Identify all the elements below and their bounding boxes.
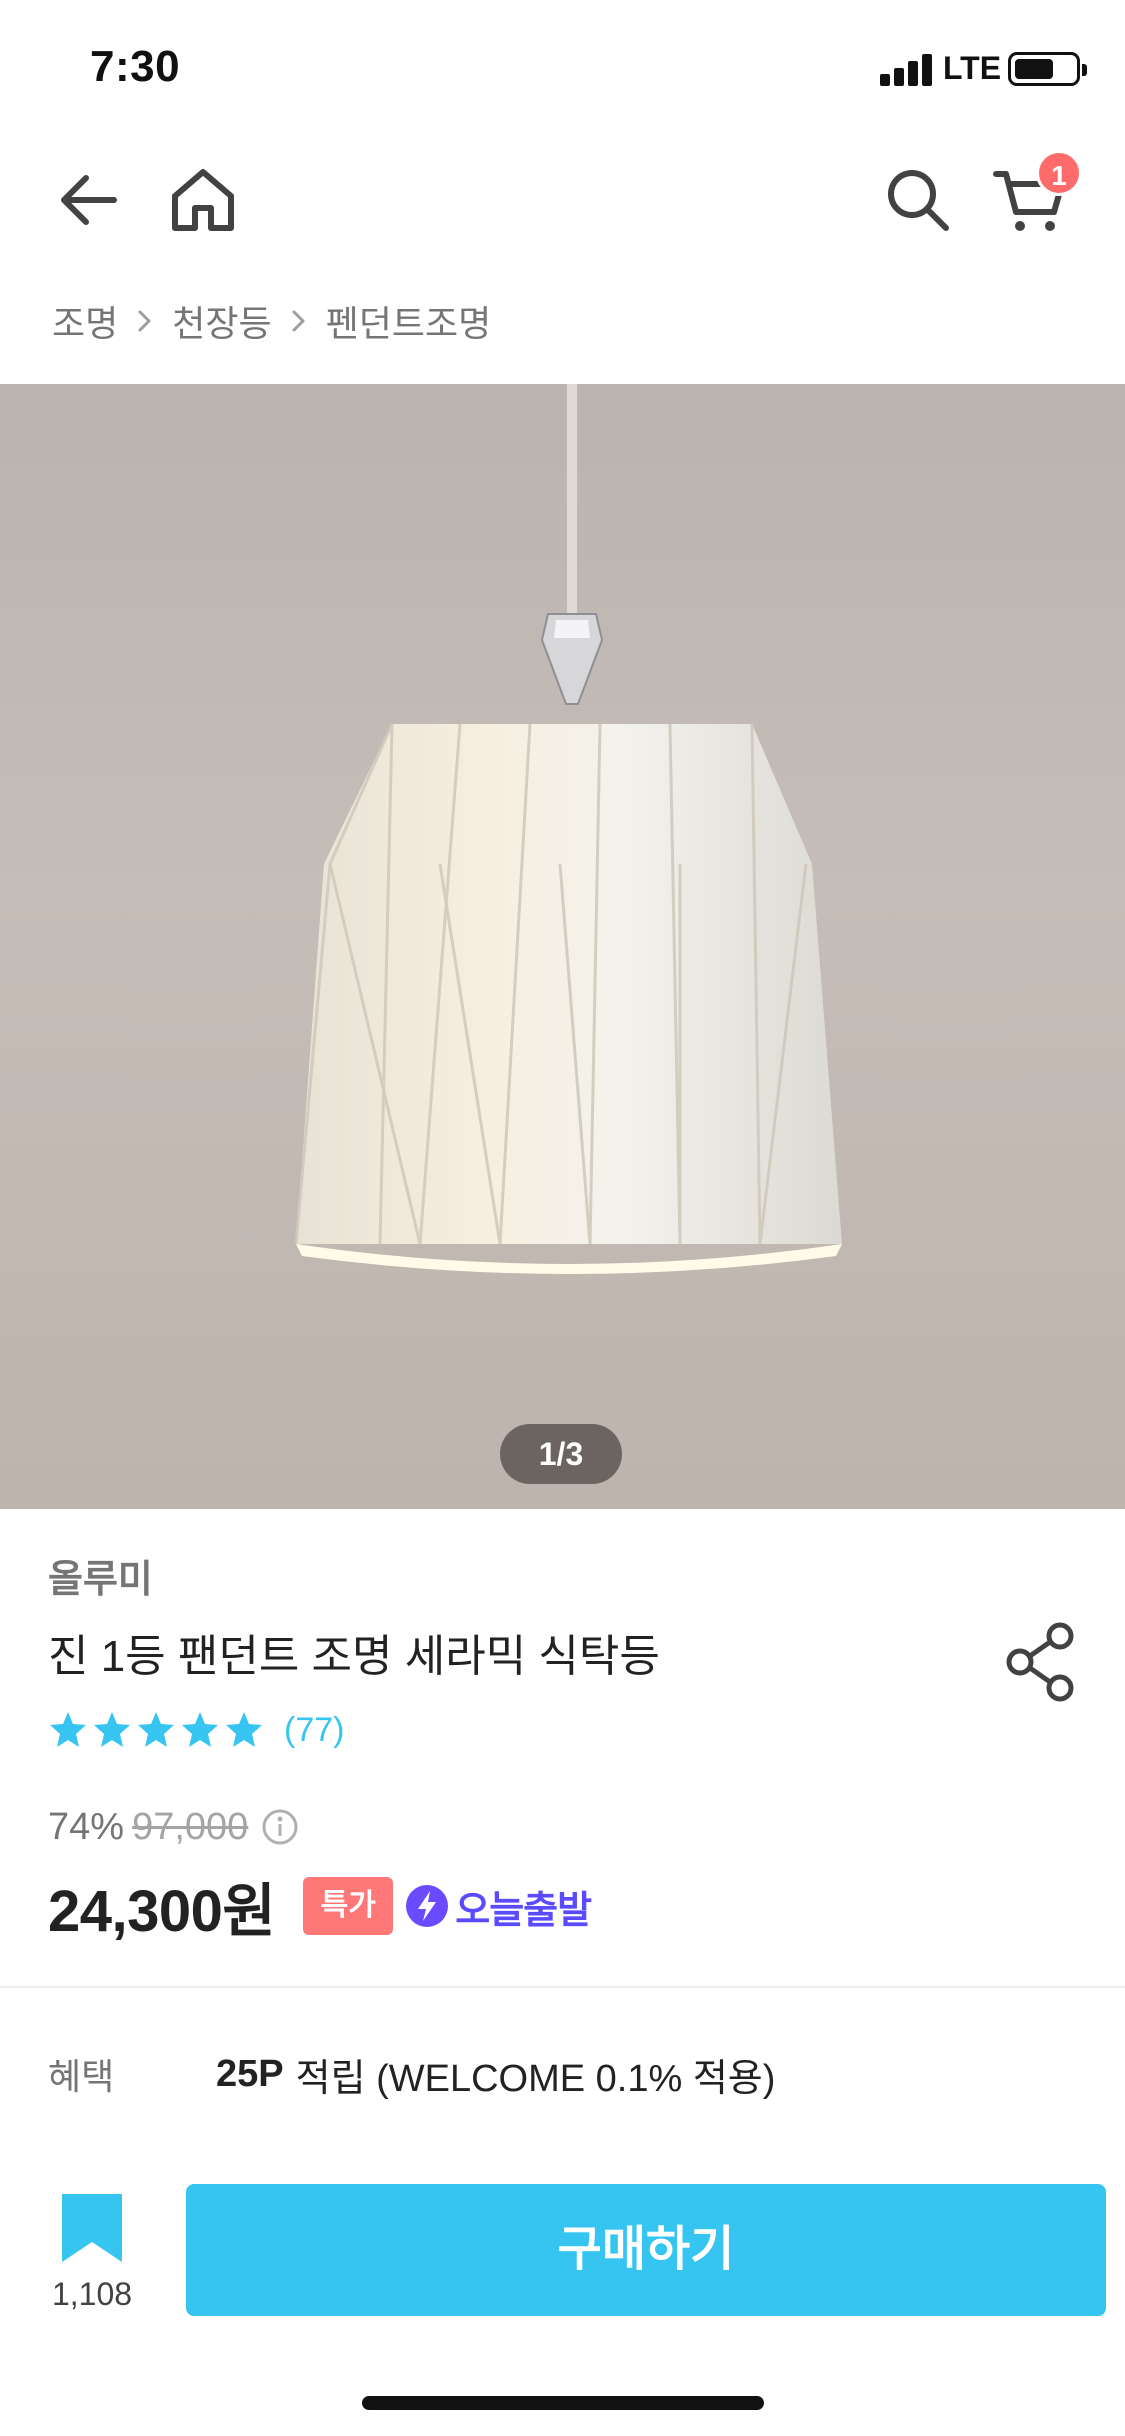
review-count[interactable]: (77) xyxy=(284,1711,344,1750)
chevron-right-icon xyxy=(138,310,151,332)
pendant-lamp-illustration xyxy=(294,384,842,1274)
sale-price: 24,300원 xyxy=(48,1879,276,1944)
breadcrumb-item-ceiling[interactable]: 천장등 xyxy=(172,295,271,347)
breadcrumb: 조명 천장등 펜던트조명 xyxy=(52,296,491,346)
discount-rate: 74% xyxy=(48,1805,125,1848)
buy-button[interactable]: 구매하기 xyxy=(186,2184,1106,2316)
star-icon xyxy=(138,1712,174,1747)
network-type: LTE xyxy=(943,50,1002,86)
status-time: 7:30 xyxy=(90,42,181,91)
star-icon xyxy=(182,1712,218,1747)
battery-icon xyxy=(1008,52,1087,86)
product-image[interactable]: 1/3 xyxy=(0,384,1125,1509)
home-icon[interactable] xyxy=(165,162,241,238)
today-shipping-badge: 오늘출발 xyxy=(405,1879,592,1934)
benefit-label: 혜택 xyxy=(48,2056,115,2097)
share-icon[interactable] xyxy=(1004,1622,1078,1702)
bookmark-button[interactable]: 1,108 xyxy=(40,2186,144,2312)
discount-row: 74% 97,000 xyxy=(48,1802,300,1852)
signal-icon xyxy=(880,54,934,86)
lightning-bolt-icon xyxy=(406,1885,449,1927)
benefit-points: 25P xyxy=(216,2052,284,2095)
home-indicator xyxy=(362,2396,764,2410)
breadcrumb-item-lighting[interactable]: 조명 xyxy=(52,295,118,347)
image-counter: 1/3 xyxy=(500,1424,622,1484)
today-shipping-label: 오늘출발 xyxy=(455,1889,592,1932)
bookmark-icon xyxy=(62,2194,122,2262)
breadcrumb-item-pendant[interactable]: 펜던트조명 xyxy=(326,295,492,347)
price-row: 24,300원 특가 오늘출발 xyxy=(48,1866,592,1946)
chevron-right-icon xyxy=(292,310,305,332)
special-deal-badge: 특가 xyxy=(303,1877,394,1935)
star-icon xyxy=(226,1712,262,1747)
bookmark-count: 1,108 xyxy=(51,2276,133,2312)
product-title: 진 1등 팬던트 조명 세라믹 식탁등 xyxy=(48,1632,660,1681)
section-divider xyxy=(0,1986,1125,1988)
status-bar: 7:30 LTE xyxy=(0,0,1125,132)
cart-count-badge: 1 xyxy=(1036,150,1082,196)
benefit-text: 적립 (WELCOME 0.1% 적용) xyxy=(295,2057,776,2100)
back-icon[interactable] xyxy=(52,160,132,240)
top-nav-bar xyxy=(0,132,1125,262)
benefit-row: 혜택 25P 적립 (WELCOME 0.1% 적용) xyxy=(48,2046,775,2102)
brand-name[interactable]: 올루미 xyxy=(48,1548,153,1603)
search-icon[interactable] xyxy=(880,162,956,238)
star-icon xyxy=(94,1712,130,1747)
product-detail-screen: 7:30 LTE 1 조명 천장등 펜던트조명 1/3 올루미 진 1등 팬던트… xyxy=(0,0,1125,2436)
rating-row[interactable]: (77) xyxy=(48,1706,344,1754)
original-price: 97,000 xyxy=(132,1805,249,1848)
info-icon[interactable] xyxy=(260,1807,300,1847)
star-rating xyxy=(48,1710,264,1750)
star-icon xyxy=(50,1712,86,1747)
